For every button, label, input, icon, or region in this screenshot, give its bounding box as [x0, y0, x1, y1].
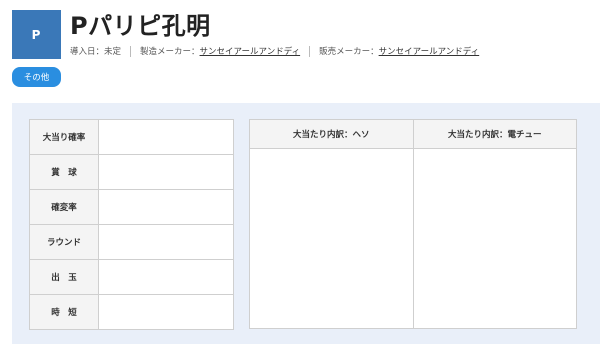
- spec-value-prize-balls: [98, 154, 234, 190]
- spec-value-time-saving: [98, 294, 234, 330]
- introduced-value: 未定: [104, 47, 122, 57]
- machine-logo: P: [12, 10, 61, 59]
- table-row: 賞 球: [29, 154, 234, 190]
- spec-label-jackpot-probability: 大当り確率: [29, 119, 99, 155]
- breakdown-header-denchu: 大当たり内訳：電チュー: [412, 119, 577, 149]
- spec-value-rounds: [98, 224, 234, 260]
- breakdown-header-heso: 大当たり内訳：ヘソ: [249, 119, 414, 149]
- breakdown-cell-denchu: [412, 148, 577, 329]
- machine-header: P Pパリピ孔明 導入日： 未定 製造メーカー： サンセイアールアンドディ 販売…: [12, 10, 592, 62]
- table-row: ラウンド: [29, 224, 234, 260]
- spec-value-payout: [98, 259, 234, 295]
- spec-value-jackpot-probability: [98, 119, 234, 155]
- maker-label: 製造メーカー：: [140, 47, 200, 57]
- logo-letter: P: [31, 27, 42, 42]
- meta-divider: [309, 45, 311, 57]
- table-row: [249, 148, 577, 329]
- spec-panel: 大当り確率 賞 球 確変率 ラウンド 出 玉 時 短 大当たり内訳：ヘソ 大当た…: [12, 103, 600, 344]
- table-row: 確変率: [29, 189, 234, 225]
- seller-link[interactable]: サンセイアールアンドディ: [379, 45, 480, 57]
- other-button[interactable]: その他: [12, 67, 61, 87]
- introduced-label: 導入日：: [70, 47, 105, 57]
- meta-divider: [130, 45, 132, 57]
- jackpot-breakdown-table: 大当たり内訳：ヘソ 大当たり内訳：電チュー: [249, 119, 577, 329]
- table-row: 時 短: [29, 294, 234, 330]
- table-row: 大当り確率: [29, 119, 234, 155]
- seller-label: 販売メーカー：: [319, 47, 379, 57]
- page-title: Pパリピ孔明: [70, 12, 211, 40]
- spec-label-probability-change-rate: 確変率: [29, 189, 99, 225]
- breakdown-cell-heso: [249, 148, 414, 329]
- spec-label-prize-balls: 賞 球: [29, 154, 99, 190]
- maker-link[interactable]: サンセイアールアンドディ: [200, 45, 301, 57]
- spec-label-time-saving: 時 短: [29, 294, 99, 330]
- table-header-row: 大当たり内訳：ヘソ 大当たり内訳：電チュー: [249, 119, 577, 149]
- spec-value-probability-change-rate: [98, 189, 234, 225]
- table-row: 出 玉: [29, 259, 234, 295]
- spec-label-rounds: ラウンド: [29, 224, 99, 260]
- spec-label-payout: 出 玉: [29, 259, 99, 295]
- machine-meta: 導入日： 未定 製造メーカー： サンセイアールアンドディ 販売メーカー： サンセ…: [70, 45, 479, 57]
- spec-table: 大当り確率 賞 球 確変率 ラウンド 出 玉 時 短: [29, 119, 234, 330]
